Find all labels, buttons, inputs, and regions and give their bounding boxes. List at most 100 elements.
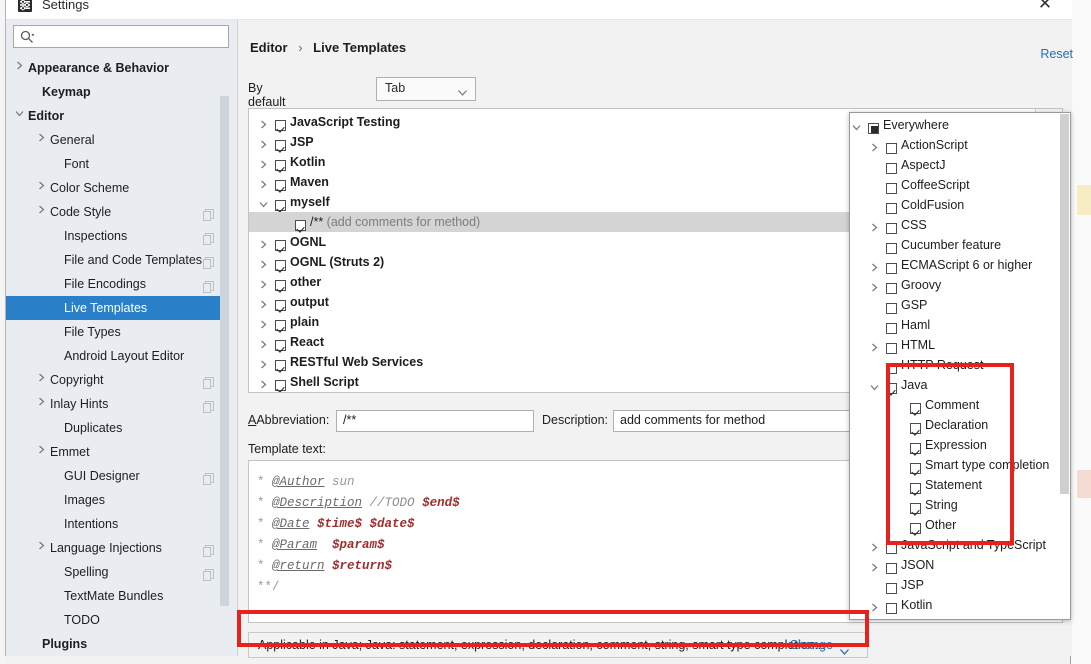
sidebar-item-todo[interactable]: TODO bbox=[6, 608, 230, 632]
popup-list-item[interactable]: Kotlin bbox=[850, 595, 1070, 615]
chevron-right-icon[interactable] bbox=[34, 368, 48, 392]
close-icon[interactable]: ✕ bbox=[1034, 0, 1056, 14]
popup-item-label: Kotlin bbox=[901, 598, 933, 612]
sidebar-item-images[interactable]: Images bbox=[6, 488, 230, 512]
sidebar-item-code-style[interactable]: Code Style bbox=[6, 200, 230, 224]
popup-list-item[interactable]: String bbox=[850, 495, 1070, 515]
sidebar-item-inlay-hints[interactable]: Inlay Hints bbox=[6, 392, 230, 416]
chevron-right-icon[interactable] bbox=[34, 128, 48, 152]
popup-list-item[interactable]: Smart type completion bbox=[850, 455, 1070, 475]
sidebar-item-intentions[interactable]: Intentions bbox=[6, 512, 230, 536]
chevron-down-icon[interactable] bbox=[12, 104, 26, 128]
sidebar-item-duplicates[interactable]: Duplicates bbox=[6, 416, 230, 440]
popup-list-item[interactable]: GSP bbox=[850, 295, 1070, 315]
popup-list-item[interactable]: JavaScript and TypeScript bbox=[850, 535, 1070, 555]
popup-list-item[interactable]: ColdFusion bbox=[850, 195, 1070, 215]
popup-list-item[interactable]: ECMAScript 6 or higher bbox=[850, 255, 1070, 275]
popup-list-item[interactable]: JSP bbox=[850, 575, 1070, 595]
popup-list-item[interactable]: Statement bbox=[850, 475, 1070, 495]
popup-list-item[interactable]: Everywhere bbox=[850, 115, 1070, 135]
chevron-right-icon[interactable] bbox=[34, 440, 48, 464]
sidebar-tree: Appearance & Behavior Keymap Editor General… bbox=[6, 56, 230, 656]
sidebar-item-color-scheme[interactable]: Color Scheme bbox=[6, 176, 230, 200]
popup-list-item[interactable]: CSS bbox=[850, 215, 1070, 235]
sidebar-item-file-and-code-templates[interactable]: File and Code Templates bbox=[6, 248, 230, 272]
sidebar-scrollbar-thumb[interactable] bbox=[220, 96, 229, 606]
popup-list-item[interactable]: JSON bbox=[850, 555, 1070, 575]
expand-with-select[interactable]: Tab bbox=[376, 77, 476, 101]
chevron-right-icon[interactable] bbox=[34, 392, 48, 416]
checkbox[interactable] bbox=[886, 599, 897, 619]
chevron-right-icon[interactable] bbox=[257, 377, 269, 392]
popup-list-item[interactable]: Comment bbox=[850, 395, 1070, 415]
sidebar-item-label: General bbox=[50, 133, 95, 147]
popup-list-item[interactable]: Expression bbox=[850, 435, 1070, 455]
code-line: * @Param $param$ bbox=[257, 535, 460, 556]
code-token: sun bbox=[324, 475, 355, 489]
chevron-right-icon[interactable] bbox=[34, 176, 48, 200]
sidebar-item-general[interactable]: General bbox=[6, 128, 230, 152]
popup-item-label: Cucumber feature bbox=[901, 238, 1002, 252]
popup-list-item[interactable]: Groovy bbox=[850, 275, 1070, 295]
applicable-context-popup[interactable]: Everywhere ActionScript AspectJ CoffeeScrip… bbox=[849, 112, 1071, 620]
sidebar-scrollbar-track[interactable] bbox=[220, 56, 233, 636]
popup-list-item[interactable]: Haml bbox=[850, 315, 1070, 335]
popup-list-item[interactable]: HTTP Request bbox=[850, 355, 1070, 375]
sidebar-item-label: Appearance & Behavior bbox=[28, 61, 170, 75]
breadcrumb-root[interactable]: Editor bbox=[250, 40, 288, 55]
chevron-down-icon bbox=[458, 85, 467, 96]
sidebar-item-label: Emmet bbox=[50, 445, 90, 459]
code-token: @Author bbox=[272, 475, 325, 489]
chevron-down-icon[interactable] bbox=[840, 644, 849, 655]
description-value: add comments for method bbox=[620, 413, 766, 427]
popup-list-item[interactable]: HTML bbox=[850, 335, 1070, 355]
sidebar-item-emmet[interactable]: Emmet bbox=[6, 440, 230, 464]
sidebar-item-file-types[interactable]: File Types bbox=[6, 320, 230, 344]
reset-link[interactable]: Reset bbox=[1040, 47, 1073, 61]
popup-item-label: CoffeeScript bbox=[901, 178, 970, 192]
abbreviation-input[interactable]: /** bbox=[336, 410, 534, 432]
popup-item-label: Expression bbox=[925, 438, 987, 452]
template-row-label: JSP bbox=[290, 135, 314, 149]
popup-list-item[interactable]: Cucumber feature bbox=[850, 235, 1070, 255]
popup-item-label: JavaScript and TypeScript bbox=[901, 538, 1046, 552]
sidebar-item-textmate-bundles[interactable]: TextMate Bundles bbox=[6, 584, 230, 608]
popup-item-label: String bbox=[925, 498, 958, 512]
code-token: $param$ bbox=[332, 538, 385, 552]
change-context-link[interactable]: Change bbox=[789, 638, 833, 652]
popup-list-item[interactable]: Java bbox=[850, 375, 1070, 395]
template-row-label: other bbox=[290, 275, 322, 289]
chevron-right-icon[interactable] bbox=[868, 600, 880, 619]
sidebar-item-inspections[interactable]: Inspections bbox=[6, 224, 230, 248]
chevron-right-icon[interactable] bbox=[12, 56, 26, 80]
checkbox[interactable] bbox=[275, 376, 286, 392]
chevron-right-icon[interactable] bbox=[34, 200, 48, 224]
sidebar-item-editor[interactable]: Editor bbox=[6, 104, 230, 128]
popup-list-item[interactable]: Declaration bbox=[850, 415, 1070, 435]
popup-list-item[interactable]: CoffeeScript bbox=[850, 175, 1070, 195]
sidebar-item-android-layout-editor[interactable]: Android Layout Editor bbox=[6, 344, 230, 368]
popup-list-item[interactable]: AspectJ bbox=[850, 155, 1070, 175]
sidebar-item-label: Plugins bbox=[42, 637, 88, 651]
popup-item-label: AspectJ bbox=[901, 158, 946, 172]
search-box[interactable] bbox=[13, 25, 229, 48]
popup-item-label: Other bbox=[925, 518, 957, 532]
sidebar-item-font[interactable]: Font bbox=[6, 152, 230, 176]
popup-scrollbar-thumb[interactable] bbox=[1060, 114, 1069, 494]
popup-list-item[interactable]: ActionScript bbox=[850, 135, 1070, 155]
popup-list-item[interactable]: Other bbox=[850, 515, 1070, 535]
sidebar-item-keymap[interactable]: Keymap bbox=[6, 80, 230, 104]
sidebar-item-label: Android Layout Editor bbox=[64, 349, 185, 363]
sidebar-item-language-injections[interactable]: Language Injections bbox=[6, 536, 230, 560]
sidebar-item-file-encodings[interactable]: File Encodings bbox=[6, 272, 230, 296]
search-input[interactable] bbox=[40, 26, 220, 47]
title-bar: Settings ✕ bbox=[6, 0, 1072, 20]
sidebar-item-gui-designer[interactable]: GUI Designer bbox=[6, 464, 230, 488]
sidebar-item-spelling[interactable]: Spelling bbox=[6, 560, 230, 584]
chevron-right-icon[interactable] bbox=[34, 536, 48, 560]
sidebar-item-appearance-behavior[interactable]: Appearance & Behavior bbox=[6, 56, 230, 80]
sidebar-item-plugins[interactable]: Plugins bbox=[6, 632, 230, 656]
sidebar-item-live-templates[interactable]: Live Templates bbox=[6, 296, 230, 320]
sidebar-item-copyright[interactable]: Copyright bbox=[6, 368, 230, 392]
